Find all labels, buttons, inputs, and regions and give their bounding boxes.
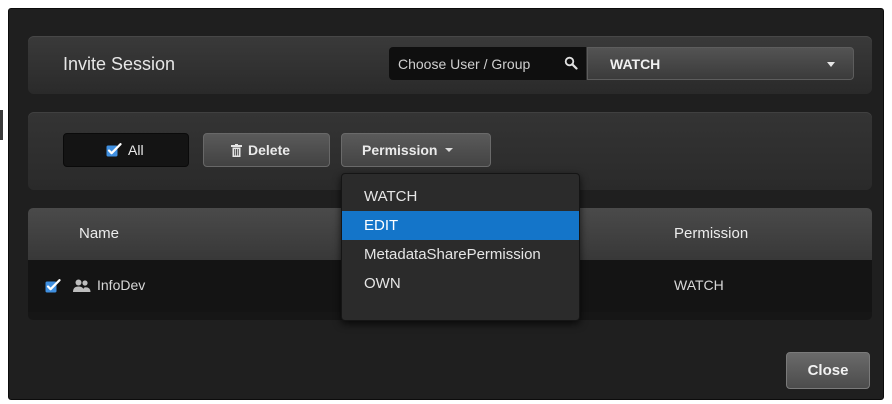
caret-down-icon xyxy=(445,148,454,152)
permission-dropdown-menu: WATCH EDIT MetadataSharePermission OWN xyxy=(341,173,580,321)
permission-select[interactable]: WATCH xyxy=(587,47,854,80)
permission-button-label: Permission xyxy=(362,142,438,158)
user-search-field[interactable]: Choose User / Group xyxy=(389,47,586,80)
menu-item-metadata-share-permission[interactable]: MetadataSharePermission xyxy=(342,240,579,269)
row-checkbox-icon[interactable] xyxy=(45,278,61,294)
dialog-header: Invite Session Choose User / Group WATCH xyxy=(28,36,872,94)
select-all-button[interactable]: All xyxy=(63,133,189,167)
column-header-name: Name xyxy=(79,225,120,242)
close-button-label: Close xyxy=(807,362,849,379)
permission-select-value: WATCH xyxy=(610,56,661,72)
group-icon xyxy=(73,279,91,292)
dialog-title: Invite Session xyxy=(63,54,176,74)
delete-button[interactable]: Delete xyxy=(203,133,330,167)
chevron-down-icon xyxy=(827,62,835,67)
permission-dropdown-button[interactable]: Permission xyxy=(341,133,491,167)
row-name: InfoDev xyxy=(97,277,146,293)
checkbox-checked-icon xyxy=(106,143,122,157)
window-edge xyxy=(0,110,3,140)
menu-item-watch[interactable]: WATCH xyxy=(342,182,579,211)
search-icon[interactable] xyxy=(564,56,578,70)
select-all-label: All xyxy=(128,142,144,158)
row-permission: WATCH xyxy=(674,277,724,293)
column-header-permission: Permission xyxy=(674,225,749,242)
user-search-placeholder: Choose User / Group xyxy=(398,56,531,72)
menu-item-own[interactable]: OWN xyxy=(342,269,579,298)
trash-icon xyxy=(231,143,242,157)
close-button[interactable]: Close xyxy=(786,352,870,389)
menu-item-edit[interactable]: EDIT xyxy=(342,211,579,240)
delete-label: Delete xyxy=(248,142,291,158)
